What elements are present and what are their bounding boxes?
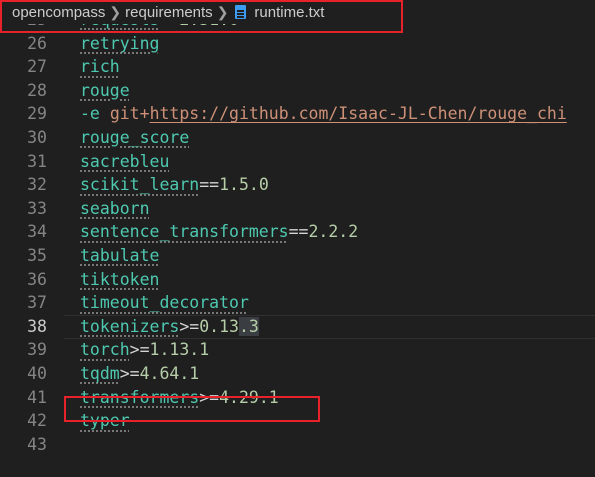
code-line[interactable]: 34 sentence_transformers==2.2.2 [0,220,595,244]
editable-flag: -e [80,104,100,124]
version-number: 1.5.0 [219,175,269,195]
code-line[interactable]: 33 seaborn [0,197,595,221]
version-operator: >= [179,316,200,336]
code-line[interactable]: 35 tabulate [0,244,595,268]
line-content: sentence_transformers==2.2.2 [80,220,358,244]
line-content: rouge [80,79,130,103]
line-number: 36 [27,269,47,289]
line-content: scikit_learn==1.5.0 [80,173,269,197]
line-content: tiktoken [80,268,159,292]
code-line[interactable]: 36 tiktoken [0,268,595,292]
annotation-box-breadcrumb [0,0,403,33]
package-name: timeout_decorator [80,293,249,313]
code-line[interactable]: 28 rouge [0,79,595,103]
line-number: 28 [27,80,47,100]
line-number: 32 [27,175,47,195]
selected-text: .3 [238,316,259,336]
line-number: 34 [27,222,47,242]
version-operator: >= [119,364,140,383]
package-name: rouge_score [80,128,190,147]
package-name: retrying [80,33,160,53]
code-line[interactable]: 31 sacrebleu [0,150,595,174]
line-number: 41 [27,387,47,407]
code-line[interactable]: 43 [0,433,595,457]
code-line[interactable]: 27 rich [0,55,595,79]
line-content: -e git+https://github.com/Isaac-JL-Chen/… [80,102,567,126]
line-number: 43 [27,434,47,454]
line-content: tabulate [80,244,159,268]
package-name: rich [80,57,120,77]
package-name: tokenizers [80,316,180,336]
line-number: 29 [27,104,47,124]
package-name: tqdm [80,364,120,383]
version-operator: == [288,222,309,242]
line-number: 38 [27,316,47,336]
code-line[interactable]: 30 rouge_score [0,126,595,150]
package-name: rouge [80,80,130,100]
line-content: tokenizers>=0.13.3 [80,315,259,339]
line-number: 40 [27,364,47,383]
version-number: 4.64.1 [139,364,200,383]
package-name: seaborn [80,198,150,218]
version-operator: == [199,175,220,195]
line-content: seaborn [80,197,150,221]
line-number: 26 [27,33,47,53]
package-name: sentence_transformers [80,222,289,242]
package-name: tabulate [80,246,160,265]
package-name: torch [80,340,130,360]
line-number: 39 [27,340,47,360]
line-content: rouge_score [80,126,189,150]
code-line[interactable]: 29 -e git+https://github.com/Isaac-JL-Che… [0,102,595,126]
line-number: 35 [27,246,47,265]
code-line[interactable]: 39 torch>=1.13.1 [0,338,595,362]
version-number: 2.2.2 [308,222,359,242]
version-number: 0.13 [199,316,239,336]
code-line[interactable]: 26 retrying [0,32,595,56]
git-prefix: git+ [109,104,150,124]
line-content: rich [80,55,120,79]
annotation-box-line-41 [64,396,320,422]
line-content: torch>=1.13.1 [80,338,209,362]
line-content: sacrebleu [80,150,169,174]
package-name: scikit_learn [80,175,200,195]
line-content: tqdm>=4.64.1 [80,362,199,386]
line-number: 33 [27,198,47,218]
package-name: tiktoken [80,269,160,289]
version-number: 1.13.1 [149,340,210,360]
line-content: timeout_decorator [80,291,249,315]
package-name: sacrebleu [80,151,170,171]
code-line[interactable]: 38 tokenizers>=0.13.3 [0,314,595,339]
line-number: 30 [27,128,47,147]
code-line[interactable]: 32 scikit_learn==1.5.0 [0,173,595,197]
line-number: 42 [27,411,47,431]
repository-link[interactable]: https://github.com/Isaac-JL-Chen/rouge_c… [150,104,567,123]
line-number: 37 [27,293,47,313]
line-number: 27 [27,57,47,77]
line-number: 31 [27,151,47,171]
code-line[interactable]: 37 timeout_decorator [0,291,595,315]
version-operator: >= [129,340,150,360]
code-line[interactable]: 40 tqdm>=4.64.1 [0,362,595,386]
line-content: retrying [80,32,159,56]
